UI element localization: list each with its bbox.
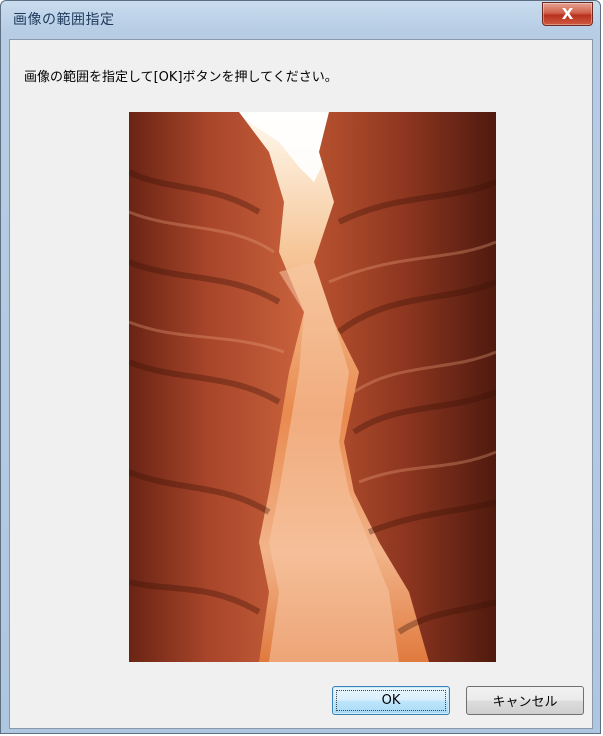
ok-button[interactable]: OK bbox=[332, 686, 450, 715]
close-button[interactable]: X bbox=[542, 2, 593, 26]
dialog-window: 画像の範囲指定 X 画像の範囲を指定して[OK]ボタンを押してください。 OK … bbox=[0, 0, 601, 734]
instruction-text: 画像の範囲を指定して[OK]ボタンを押してください。 bbox=[24, 70, 338, 85]
close-icon: X bbox=[561, 5, 574, 23]
focus-rectangle bbox=[336, 690, 446, 711]
dialog-client-area: 画像の範囲を指定して[OK]ボタンを押してください。 OK キャンセル bbox=[9, 39, 593, 729]
window-title: 画像の範囲指定 bbox=[13, 12, 115, 28]
cancel-button[interactable]: キャンセル bbox=[466, 686, 584, 715]
image-preview[interactable] bbox=[129, 112, 496, 662]
canyon-photo bbox=[129, 112, 496, 662]
title-bar[interactable]: 画像の範囲指定 X bbox=[1, 1, 600, 39]
cancel-button-label: キャンセル bbox=[492, 695, 558, 710]
